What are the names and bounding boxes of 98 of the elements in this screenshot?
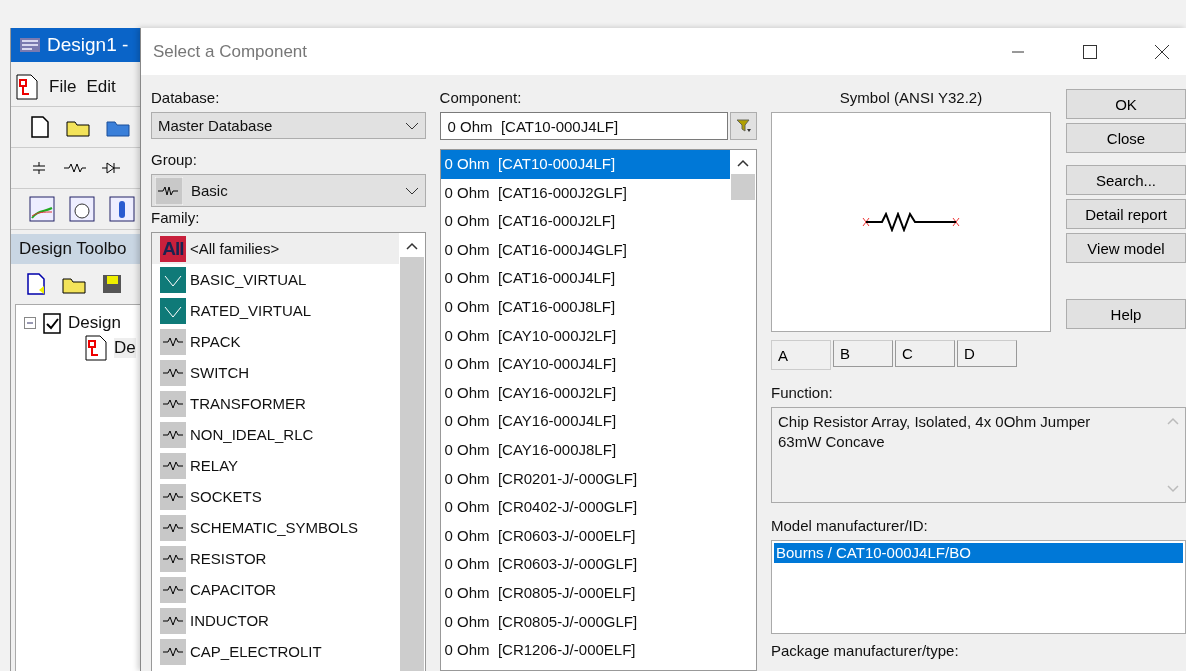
family-icon [160,359,186,386]
schematic-icon [84,335,108,361]
component-item[interactable]: 0 Ohm [CR0603-J/-000ELF] [440,521,730,551]
component-item[interactable]: 0 Ohm [CAY16-000J8LF] [440,435,730,465]
family-icon [160,545,186,572]
component-item[interactable]: 0 Ohm [CAT16-000J2LF] [440,207,730,236]
family-icon [160,421,186,448]
dialog-button[interactable]: Search... [1066,165,1186,195]
component-item[interactable]: 0 Ohm [CAY10-000J4LF] [440,350,730,379]
model-item[interactable]: Bourns / CAT10-000J4LF/BO [774,543,1183,563]
diode-icon[interactable] [101,160,121,176]
family-icon: All [160,235,186,262]
graph-icon[interactable] [29,196,55,222]
symbol-tab[interactable]: A [771,340,831,370]
database-dropdown[interactable]: Master Database [151,112,426,139]
chevron-icon [404,186,419,195]
component-item[interactable]: 0 Ohm [CAY16-000J4LF] [440,407,730,436]
dialog-button[interactable]: View model [1066,233,1186,263]
scroll-thumb[interactable] [731,174,755,200]
family-item[interactable]: NON_IDEAL_RLC [152,419,399,450]
meter-icon[interactable] [69,196,95,222]
family-icon [160,390,186,417]
dialog-button[interactable]: Help [1066,299,1186,329]
panel-title: Design Toolbo [19,239,127,259]
family-label: Family: [151,209,201,228]
package-label: Package manufacturer/type: [771,642,960,661]
family-item[interactable]: SOCKETS [152,481,399,512]
new-file-icon[interactable] [25,272,47,296]
probe-icon[interactable] [109,196,135,222]
family-item[interactable]: RESISTOR [152,543,399,574]
symbol-tab[interactable]: D [957,340,1017,367]
family-icon [160,607,186,634]
symbol-tab[interactable]: B [833,340,893,367]
family-icon [160,452,186,479]
symbol-tab[interactable]: C [895,340,955,367]
app-icon [19,36,41,54]
family-item[interactable]: RELAY [152,450,399,481]
menu-item[interactable]: File [49,77,77,97]
schematic-icon [15,74,39,100]
symbol-label: Symbol (ANSI Y32.2) [838,89,984,108]
family-icon [160,576,186,603]
scroll-up-icon[interactable] [736,158,750,168]
component-item[interactable]: 0 Ohm [CAT10-000J4LF] [440,150,730,179]
save-icon[interactable] [101,273,123,295]
component-item[interactable]: 0 Ohm [CAT16-000J2GLF] [440,178,730,208]
component-label: Component: [439,89,523,108]
resistor-icon [155,176,183,205]
family-item[interactable]: CAP_ELECTROLIT [152,636,399,667]
window-title: Design1 - [47,34,129,56]
family-icon [160,514,186,541]
group-label: Group: [151,151,198,170]
family-icon [160,638,186,665]
family-item[interactable]: SCHEMATIC_SYMBOLS [152,512,399,543]
component-item[interactable]: 0 Ohm [CR1206-J/-000ELF] [440,636,730,665]
tree-item[interactable]: De [114,338,136,358]
menu-item[interactable]: Edit [86,77,116,97]
family-item[interactable]: TRANSFORMER [152,388,399,419]
database-label: Database: [151,89,221,108]
filter-button[interactable] [730,112,757,140]
component-item[interactable]: 0 Ohm [CR0805-J/-000ELF] [440,578,730,608]
family-item[interactable]: INDUCTOR [152,605,399,636]
maximize-icon[interactable] [1082,43,1098,60]
model-label: Model manufacturer/ID: [771,517,929,536]
component-item[interactable]: 0 Ohm [CAY10-000J2LF] [440,321,730,351]
chevron-icon [404,121,419,130]
component-item[interactable]: 0 Ohm [CAY16-000J2LF] [440,378,730,408]
component-item[interactable]: 0 Ohm [CAT16-000J4GLF] [440,235,730,265]
family-icon [160,483,186,510]
component-item[interactable]: 0 Ohm [CR0201-J/-000GLF] [440,464,730,494]
collapse-icon[interactable] [24,317,36,329]
family-item[interactable]: BASIC_VIRTUAL [152,264,399,295]
new-file-icon[interactable] [29,115,51,139]
filter-icon [735,119,752,133]
family-item[interactable]: RPACK [152,326,399,357]
function-text: Chip Resistor Array, Isolated, 4x 0Ohm Jumper 63mW Concave [777,412,1092,452]
tree-item[interactable]: Design [68,313,121,333]
dialog-button[interactable]: Detail report [1066,199,1186,229]
dialog-button[interactable]: OK [1066,89,1186,119]
close-icon[interactable] [1154,43,1170,60]
component-item[interactable]: 0 Ohm [CAT16-000J8LF] [440,292,730,322]
component-item[interactable]: 0 Ohm [CR0805-J/-000GLF] [440,607,730,637]
family-item[interactable]: All <All families> [152,233,399,264]
family-item[interactable]: RATED_VIRTUAL [152,295,399,326]
scroll-up-icon[interactable] [404,241,419,251]
dialog-title: Select a Component [153,41,309,62]
component-item[interactable]: 0 Ohm [CR0402-J/-000GLF] [440,493,730,522]
family-icon [160,297,186,324]
family-icon [160,266,186,293]
component-item[interactable]: 0 Ohm [CR0603-J/-000GLF] [440,550,730,579]
group-dropdown[interactable]: Basic [151,174,426,207]
family-item[interactable]: SWITCH [152,357,399,388]
component-item[interactable]: 0 Ohm [CAT16-000J4LF] [440,264,730,293]
function-label: Function: [771,384,834,403]
checklist-icon [42,311,62,335]
dialog-button[interactable]: Close [1066,123,1186,153]
component-field[interactable]: 0 Ohm [CAT10-000J4LF] [439,112,728,140]
family-item[interactable]: CAPACITOR [152,574,399,605]
family-icon [160,328,186,355]
